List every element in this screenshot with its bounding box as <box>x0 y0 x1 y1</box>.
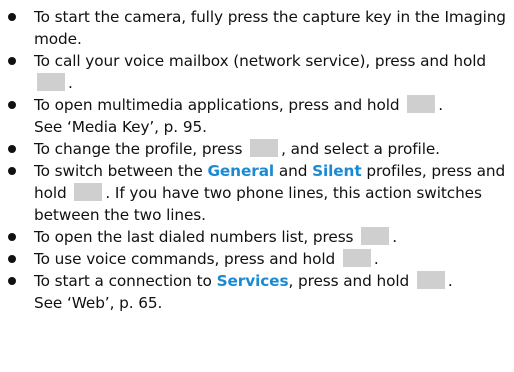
media-key-icon <box>407 95 436 113</box>
item-text: To call your voice mailbox (network serv… <box>34 52 486 70</box>
item-text: , and select a profile. <box>281 140 440 158</box>
item-text: To start a connection to <box>34 272 212 290</box>
item-text: . <box>447 272 453 290</box>
list-item: To open multimedia applications, press a… <box>0 94 514 138</box>
manual-page: To start the camera, fully press the cap… <box>0 0 514 372</box>
voice-command-key-icon <box>342 249 371 267</box>
item-text: . <box>392 228 397 246</box>
list-item: To call your voice mailbox (network serv… <box>0 50 514 94</box>
item-text: , press and hold <box>288 272 410 290</box>
list-item: To start a connection to Services, press… <box>0 270 514 314</box>
item-text: To use voice commands, press and hold <box>34 250 336 268</box>
page-reference: See ‘Web’, p. 65. <box>34 294 163 312</box>
zero-key-icon <box>416 271 445 289</box>
shortcut-list: To start the camera, fully press the cap… <box>0 6 514 314</box>
general-profile-keyword: General <box>207 162 275 180</box>
item-text: To start the camera, fully press the cap… <box>34 8 506 48</box>
item-text: and <box>278 162 308 180</box>
item-text: To open multimedia applications, press a… <box>34 96 400 114</box>
list-item: To change the profile, press , and selec… <box>0 138 514 160</box>
voice-mailbox-key-icon <box>37 73 65 91</box>
list-item: To open the last dialed numbers list, pr… <box>0 226 514 248</box>
item-text: To open the last dialed numbers list, pr… <box>34 228 354 246</box>
item-text: . <box>373 250 379 268</box>
page-reference: See ‘Media Key’, p. 95. <box>34 118 207 136</box>
item-text: . <box>438 96 444 114</box>
list-item: To switch between the General and Silent… <box>0 160 514 226</box>
item-text: To switch between the <box>34 162 203 180</box>
item-text: To change the profile, press <box>34 140 243 158</box>
list-item: To start the camera, fully press the cap… <box>0 6 514 50</box>
item-text: . <box>68 74 73 92</box>
list-item: To use voice commands, press and hold . <box>0 248 514 270</box>
call-key-icon <box>361 227 390 245</box>
silent-profile-keyword: Silent <box>312 162 362 180</box>
services-keyword: Services <box>216 272 289 290</box>
hash-key-icon <box>74 183 103 201</box>
power-key-icon <box>250 139 279 157</box>
